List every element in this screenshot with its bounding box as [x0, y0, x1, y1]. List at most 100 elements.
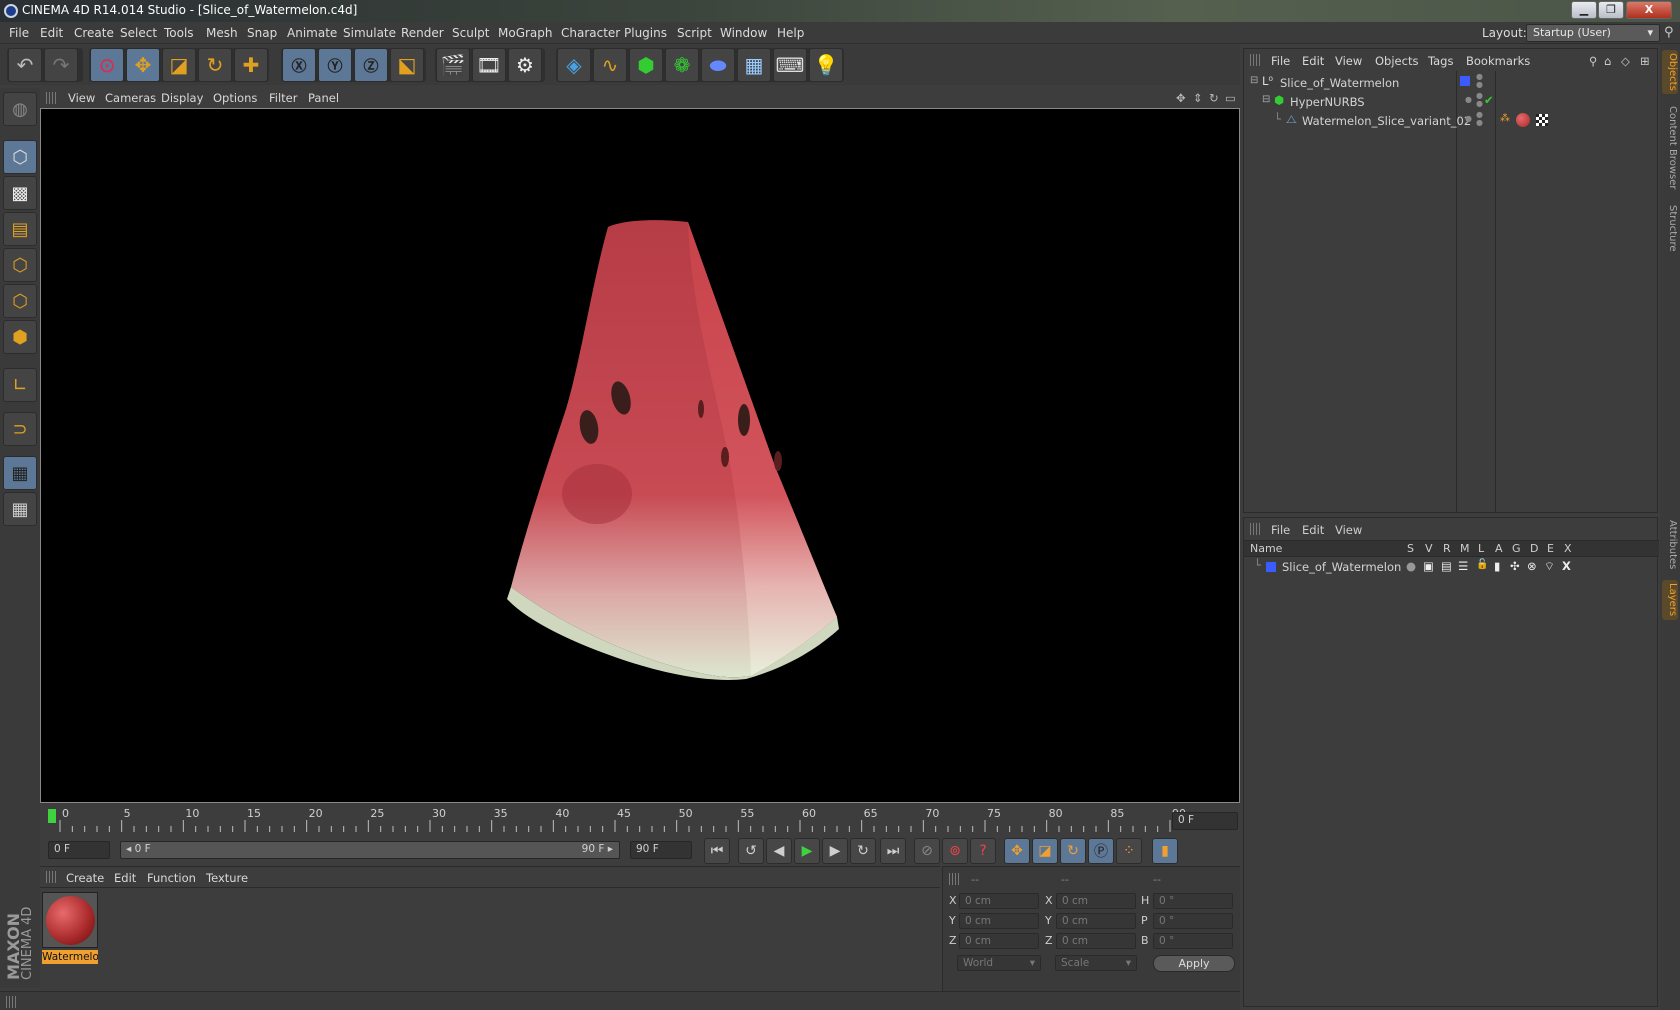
menu-mograph[interactable]: MoGraph — [498, 26, 553, 40]
object-row-slice-of-watermelon[interactable]: ⊟ L⁰ Slice_of_Watermelon ● ● — [1244, 73, 1659, 93]
menu-render[interactable]: Render — [401, 26, 444, 40]
go-to-end-icon[interactable]: ⏭ — [880, 838, 906, 864]
layer-column-deformers[interactable]: D — [1530, 542, 1538, 555]
light-icon[interactable]: 💡 — [809, 48, 843, 82]
layer-column-manager[interactable]: M — [1460, 542, 1470, 555]
previous-frame-icon[interactable]: ◀ — [766, 838, 792, 864]
viewport-dolly-icon[interactable]: ⇕ — [1193, 91, 1203, 105]
layer-menu-file[interactable]: File — [1271, 523, 1290, 537]
edges-mode-icon[interactable]: ⬡ — [3, 284, 37, 318]
layer-manager-icon[interactable]: ☰ — [1458, 559, 1468, 573]
menu-animate[interactable]: Animate — [287, 26, 337, 40]
layer-animation-icon[interactable]: ▮ — [1494, 559, 1500, 573]
layer-column-view[interactable]: V — [1425, 542, 1433, 555]
menu-window[interactable]: Window — [720, 26, 767, 40]
record-scale-icon[interactable]: ◪ — [1032, 838, 1058, 864]
cube-icon[interactable]: ◈ — [557, 48, 591, 82]
planar-workplane-icon[interactable]: ▦ — [3, 492, 37, 526]
layer-column-expressions[interactable]: E — [1547, 542, 1554, 555]
visibility-dots-icon[interactable]: ● ● — [1476, 111, 1483, 127]
phong-tag-icon[interactable]: ⁂ — [1500, 113, 1510, 124]
search-icon[interactable]: ⚲ — [1589, 54, 1597, 68]
size-x-field[interactable]: 0 cm — [1056, 893, 1136, 909]
record-active-objects-icon[interactable]: ⊘ — [914, 838, 940, 864]
move-icon[interactable]: ✥ — [126, 48, 160, 82]
layer-lock-icon[interactable]: 🔓 — [1476, 559, 1488, 570]
next-key-icon[interactable]: ↻ — [850, 838, 876, 864]
visibility-dots-icon[interactable]: ● ● — [1476, 73, 1483, 89]
apply-button[interactable]: Apply — [1153, 955, 1235, 972]
tab-structure[interactable]: Structure — [1662, 200, 1678, 256]
size-mode-select[interactable]: Scale ▾ — [1055, 955, 1137, 971]
layer-xref-icon[interactable]: X — [1562, 559, 1571, 573]
timeline-window-icon[interactable]: ▮ — [1152, 838, 1178, 864]
camera-icon[interactable]: ⌨ — [773, 48, 807, 82]
previous-key-icon[interactable]: ↺ — [738, 838, 764, 864]
layer-column-xref[interactable]: X — [1564, 542, 1572, 555]
material-tag-icon[interactable] — [1516, 113, 1530, 127]
collapse-toggle-icon[interactable]: ⊟ — [1250, 75, 1258, 86]
viewport-menu-options[interactable]: Options — [213, 91, 257, 105]
menu-mesh[interactable]: Mesh — [206, 26, 238, 40]
edit-render-settings-icon[interactable]: ⚙ — [508, 48, 542, 82]
layer-row[interactable]: └ Slice_of_Watermelon ● ▣ ▤ ☰ 🔓 ▮ ✣ ⊗ ⌔ … — [1244, 558, 1659, 578]
menu-snap[interactable]: Snap — [247, 26, 277, 40]
pos-z-field[interactable]: 0 cm — [959, 933, 1039, 949]
points-mode-icon[interactable]: ⬡ — [3, 248, 37, 282]
playhead-marker[interactable] — [48, 809, 56, 823]
menu-help[interactable]: Help — [777, 26, 804, 40]
menu-tools[interactable]: Tools — [164, 26, 194, 40]
layout-select[interactable]: Startup (User) ▾ — [1526, 24, 1660, 42]
object-row-hypernurbs[interactable]: ⊟ ⬢ HyperNURBS ● ● ● ✔ — [1244, 92, 1659, 112]
menu-create[interactable]: Create — [74, 26, 114, 40]
layer-render-icon[interactable]: ▤ — [1441, 559, 1452, 573]
visibility-dots-icon[interactable]: ● ● — [1476, 92, 1483, 108]
layer-column-render[interactable]: R — [1443, 542, 1451, 555]
layer-color-swatch[interactable] — [1266, 562, 1276, 572]
layer-expressions-icon[interactable]: ⌔ — [1544, 559, 1555, 574]
array-icon[interactable]: ❁ — [665, 48, 699, 82]
workplane-mode-icon[interactable]: ▤ — [3, 212, 37, 246]
next-frame-icon[interactable]: ▶ — [822, 838, 848, 864]
enabled-check-icon[interactable]: ✔ — [1484, 93, 1494, 107]
spline-pen-icon[interactable]: ∿ — [593, 48, 627, 82]
world-coords-icon[interactable]: ⬕ — [390, 48, 424, 82]
pos-x-field[interactable]: 0 cm — [959, 893, 1039, 909]
menu-file[interactable]: File — [9, 26, 29, 40]
new-panel-icon[interactable]: ⊞ — [1640, 54, 1650, 68]
layer-column-locked[interactable]: L — [1478, 542, 1484, 555]
viewport-menu-panel[interactable]: Panel — [308, 91, 339, 105]
layer-deformers-icon[interactable]: ⊗ — [1527, 559, 1537, 573]
layer-column-generators[interactable]: G — [1512, 542, 1521, 555]
viewport-menu-display[interactable]: Display — [161, 91, 203, 105]
scale-icon[interactable]: ◪ — [162, 48, 196, 82]
menu-edit[interactable]: Edit — [40, 26, 63, 40]
viewport-rotate-icon[interactable]: ↻ — [1209, 91, 1219, 105]
layer-column-solo[interactable]: S — [1407, 542, 1414, 555]
object-menu-file[interactable]: File — [1271, 54, 1290, 68]
z-axis-icon[interactable]: Ⓩ — [354, 48, 388, 82]
rot-p-field[interactable]: 0 ° — [1153, 913, 1233, 929]
y-axis-icon[interactable]: Ⓨ — [318, 48, 352, 82]
search-icon[interactable]: ⚲ — [1664, 25, 1674, 40]
polygons-mode-icon[interactable]: ⬢ — [3, 320, 37, 354]
axis-mode-icon[interactable]: ∟ — [3, 368, 37, 402]
autokeying-icon[interactable]: ⊚ — [942, 838, 968, 864]
keyframe-selection-icon[interactable]: ? — [970, 838, 996, 864]
start-frame-field[interactable]: 0 F — [48, 841, 110, 859]
layer-view-icon[interactable]: ▣ — [1423, 559, 1434, 573]
viewport-maximize-icon[interactable]: ▭ — [1225, 91, 1236, 105]
end-frame-field[interactable]: 90 F — [630, 841, 692, 859]
pos-y-field[interactable]: 0 cm — [959, 913, 1039, 929]
preview-range-slider[interactable]: ◂ 0 F 90 F ▸ — [120, 841, 620, 859]
rot-b-field[interactable]: 0 ° — [1153, 933, 1233, 949]
locked-workplane-icon[interactable]: ▦ — [3, 456, 37, 490]
make-editable-icon[interactable]: ◍ — [3, 92, 37, 126]
collapse-toggle-icon[interactable]: ⊟ — [1262, 94, 1270, 105]
floor-icon[interactable]: ▦ — [737, 48, 771, 82]
3d-viewport[interactable] — [40, 108, 1240, 803]
viewport-pan-icon[interactable]: ✥ — [1176, 91, 1186, 105]
object-row-watermelon-slice-variant[interactable]: └ ⧍ Watermelon_Slice_variant_02 ● ● ● ⁂ — [1244, 111, 1659, 131]
material-swatch[interactable]: Watermelo — [42, 892, 98, 964]
menu-character[interactable]: Character — [561, 26, 620, 40]
